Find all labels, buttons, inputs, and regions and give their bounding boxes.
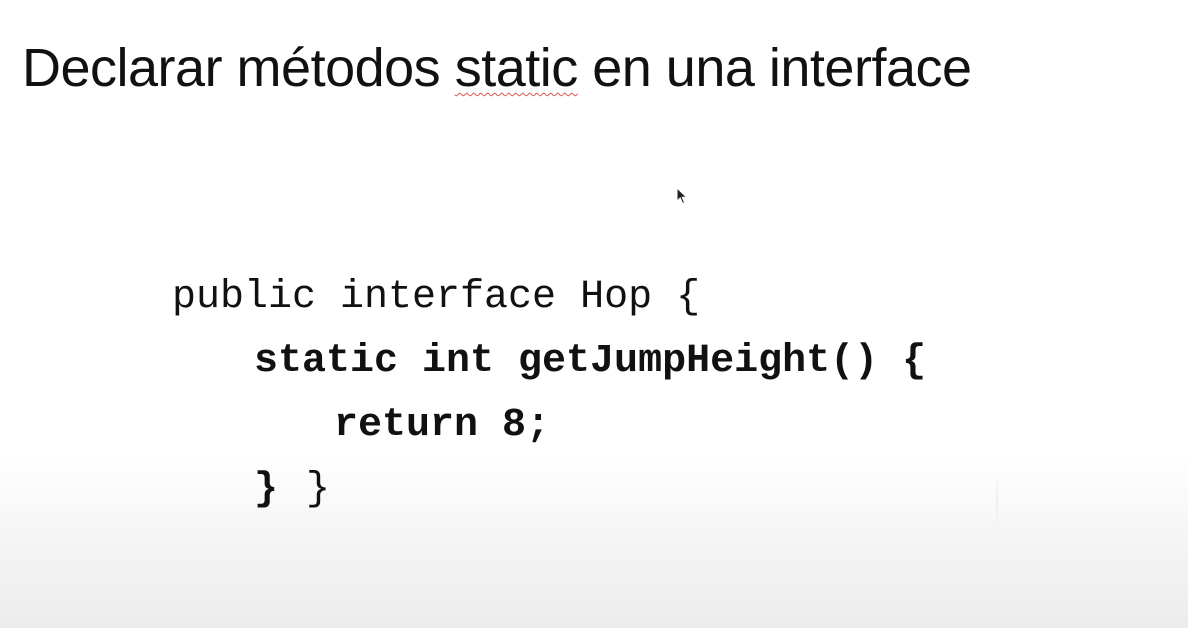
title-keyword-static: static (454, 38, 579, 98)
divider (996, 470, 998, 530)
code-line-static-method: static int getJumpHeight() { (254, 339, 927, 384)
code-line-closing-braces: }} (254, 470, 330, 510)
title-text-after: en una interface (577, 38, 972, 98)
title-text-before: Declarar métodos (22, 38, 455, 98)
code-line-interface-declaration: public interface Hop { (172, 275, 701, 320)
presentation-slide: Declarar métodos static en una interface… (0, 0, 1188, 628)
slide-title: Declarar métodos static en una interface (22, 36, 972, 101)
mouse-pointer-icon (676, 187, 688, 205)
closing-brace-method: } (254, 467, 279, 512)
closing-brace-interface: } (306, 467, 331, 512)
code-line-return: return 8; (334, 403, 551, 448)
